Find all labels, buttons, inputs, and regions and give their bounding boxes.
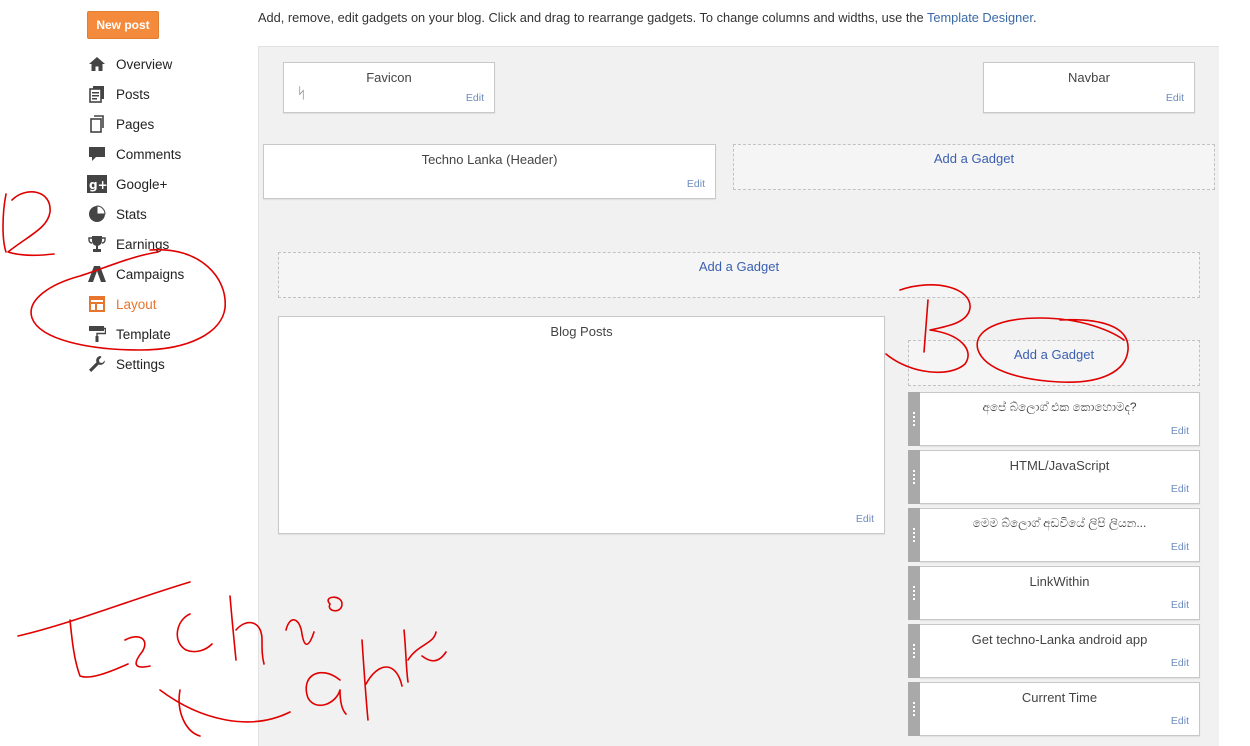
edit-link[interactable]: Edit [466,92,484,104]
nav-label: Pages [116,116,155,132]
intro-sentence: Add, remove, edit gadgets on your blog. … [258,10,927,25]
drag-handle[interactable] [908,682,920,736]
navbar-gadget[interactable]: Navbar Edit [983,62,1195,113]
nav-campaigns[interactable]: Campaigns [87,263,184,285]
edit-link[interactable]: Edit [1171,599,1189,611]
nav-label: Stats [116,206,147,222]
nav-comments[interactable]: Comments [87,143,181,165]
edit-link[interactable]: Edit [687,178,705,190]
intro-end: . [1032,10,1037,25]
google-plus-icon: g+ [87,174,107,194]
favicon-image: ᛋ [297,85,307,102]
comment-icon [87,144,107,164]
nav-label: Settings [116,356,165,372]
edit-link[interactable]: Edit [856,513,874,525]
drag-handle[interactable] [908,624,920,678]
gadget-title: HTML/JavaScript [1009,458,1110,473]
gadget-title: Techno Lanka (Header) [421,152,558,167]
edit-link[interactable]: Edit [1171,657,1189,669]
drag-handle[interactable] [908,508,920,562]
nav-posts[interactable]: Posts [87,83,150,105]
nav-label: Earnings [116,236,170,252]
edit-link[interactable]: Edit [1171,715,1189,727]
drag-handle[interactable] [908,392,920,446]
sidebar-gadget[interactable]: මෙම බ්ලොග් අඩවියේ ලිපි ලියන... Edit [908,508,1200,562]
campaigns-icon [87,264,107,284]
edit-link[interactable]: Edit [1171,425,1189,437]
nav-label: Posts [116,86,150,102]
nav-label: Layout [116,296,157,312]
template-designer-link[interactable]: Template Designer [927,10,1033,25]
sidebar-gadget[interactable]: LinkWithin Edit [908,566,1200,620]
layout-icon [87,294,107,314]
header-gadget[interactable]: Techno Lanka (Header) Edit [263,144,716,199]
drag-handle[interactable] [908,566,920,620]
nav-layout[interactable]: Layout [87,293,157,315]
wrench-icon [87,354,107,374]
nav-label: Campaigns [116,266,185,282]
add-gadget-header[interactable]: Add a Gadget [733,144,1215,190]
gadget-title: Current Time [1021,690,1098,705]
nav-template[interactable]: Template [87,323,171,345]
trophy-icon [87,234,107,254]
posts-icon [87,84,107,104]
gadget-title: මෙම බ්ලොග් අඩවියේ ලිපි ලියන... [972,516,1147,530]
home-icon [87,54,107,74]
favicon-gadget[interactable]: Favicon ᛋ Edit [283,62,495,113]
gadget-title: Favicon [366,70,412,85]
nav-label: Template [116,326,171,342]
drag-handle[interactable] [908,450,920,504]
sidebar-gadget[interactable]: අපේ බ්ලොග් එක කොහොමද? Edit [908,392,1200,446]
edit-link[interactable]: Edit [1166,92,1184,104]
pie-chart-icon [87,204,107,224]
new-post-button[interactable]: New post [87,11,159,39]
nav-label: Google+ [116,176,168,192]
nav-label: Comments [116,146,182,162]
nav-overview[interactable]: Overview [87,53,172,75]
nav-stats[interactable]: Stats [87,203,147,225]
blog-posts-gadget[interactable]: Blog Posts Edit [278,316,885,534]
edit-link[interactable]: Edit [1171,541,1189,553]
nav-earnings[interactable]: Earnings [87,233,169,255]
edit-link[interactable]: Edit [1171,483,1189,495]
add-gadget-crosscol[interactable]: Add a Gadget [278,252,1200,298]
nav-settings[interactable]: Settings [87,353,165,375]
gadget-title: Blog Posts [550,324,613,339]
nav-google-plus[interactable]: g+ Google+ [87,173,167,195]
gadget-title: LinkWithin [1029,574,1090,589]
intro-text: Add, remove, edit gadgets on your blog. … [258,10,1037,25]
nav-pages[interactable]: Pages [87,113,154,135]
gadget-title: අපේ බ්ලොග් එක කොහොමද? [982,400,1137,414]
svg-text:g+: g+ [89,178,107,192]
paint-roller-icon [87,324,107,344]
sidebar-gadget[interactable]: HTML/JavaScript Edit [908,450,1200,504]
pages-icon [87,114,107,134]
add-gadget-sidebar[interactable]: Add a Gadget [908,340,1200,386]
gadget-title: Get techno-Lanka android app [971,632,1148,647]
sidebar-gadget[interactable]: Get techno-Lanka android app Edit [908,624,1200,678]
sidebar-gadget[interactable]: Current Time Edit [908,682,1200,736]
gadget-title: Navbar [1068,70,1110,85]
nav-label: Overview [116,56,173,72]
